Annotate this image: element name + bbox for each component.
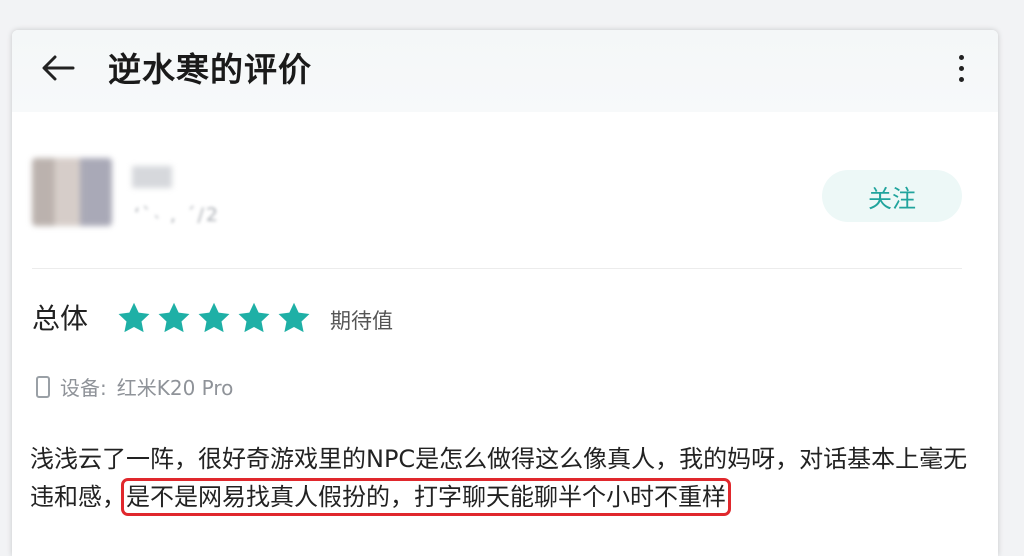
review-text: 浅浅云了一阵，很好奇游戏里的NPC是怎么做得这么像真人，我的妈呀，对话基本上毫无… xyxy=(30,440,980,516)
arrow-left-icon xyxy=(42,55,75,81)
follow-button[interactable]: 关注 xyxy=(822,170,962,222)
star-icon xyxy=(238,302,270,333)
star-icon xyxy=(278,302,310,333)
more-options-button[interactable] xyxy=(946,48,976,88)
star-icon xyxy=(198,302,230,333)
user-name-blurred[interactable] xyxy=(132,166,172,188)
top-bar: 逆水寒的评价 xyxy=(12,30,998,112)
device-label: 设备: xyxy=(60,376,107,400)
review-text-highlighted: 是不是网易找真人假扮的，打字聊天能聊半个小时不重样 xyxy=(121,478,731,516)
user-meta: ‘ˋ˴ , ˊ/2 xyxy=(134,204,220,226)
star-rating xyxy=(116,300,312,336)
app-window: 逆水寒的评价 ‘ˋ˴ , ˊ/2 关注 总体 期待值 设备: 红米K20 Pro… xyxy=(12,30,998,556)
device-info: 设备: 红米K20 Pro xyxy=(36,372,233,401)
expectation-label: 期待值 xyxy=(330,309,393,333)
vertical-dots-icon xyxy=(958,54,964,60)
avatar[interactable] xyxy=(32,158,112,226)
star-icon xyxy=(118,302,150,333)
phone-icon xyxy=(36,375,50,398)
star-icon xyxy=(158,302,190,333)
page-title: 逆水寒的评价 xyxy=(108,50,312,89)
back-button[interactable] xyxy=(38,48,78,88)
device-model: 红米K20 Pro xyxy=(116,376,234,400)
overall-label: 总体 xyxy=(32,302,89,335)
divider xyxy=(32,268,962,269)
vertical-dot xyxy=(958,76,964,82)
vertical-dot xyxy=(958,65,964,71)
